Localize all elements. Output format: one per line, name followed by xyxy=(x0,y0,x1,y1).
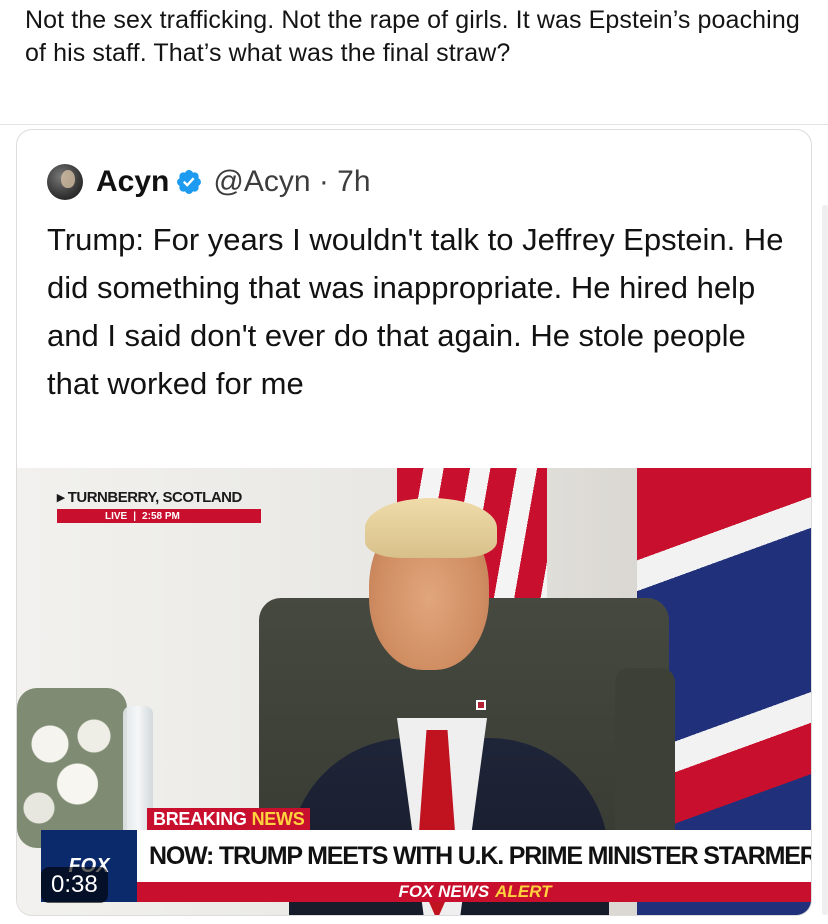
alert-bar: FOX NEWS ALERT xyxy=(137,882,811,902)
breaking-news-tag: BREAKING NEWS xyxy=(147,808,311,830)
handle-and-time[interactable]: @Acyn · 7h xyxy=(213,165,370,199)
divider xyxy=(0,124,828,125)
display-name[interactable]: Acyn xyxy=(96,165,169,199)
flower-arrangement xyxy=(17,688,127,848)
quoted-tweet-header: Acyn @Acyn · 7h xyxy=(47,162,371,202)
location-label: ▸ TURNBERRY, SCOTLAND xyxy=(57,489,243,506)
alert-prefix: FOX NEWS xyxy=(398,882,490,901)
live-time: 2:58 PM xyxy=(142,510,180,522)
flag-pin xyxy=(476,700,486,710)
live-label: LIVE xyxy=(105,510,128,522)
live-separator: | xyxy=(133,510,137,522)
breaking-word: BREAKING xyxy=(153,808,247,829)
news-word: NEWS xyxy=(251,808,305,829)
person-hair xyxy=(365,498,497,558)
video-player[interactable]: ▸ TURNBERRY, SCOTLAND LIVE | 2:58 PM BRE… xyxy=(17,468,811,915)
headline-bar: NOW: TRUMP MEETS WITH U.K. PRIME MINISTE… xyxy=(137,830,811,882)
location-badge: ▸ TURNBERRY, SCOTLAND LIVE | 2:58 PM xyxy=(57,488,261,523)
live-bar: LIVE | 2:58 PM xyxy=(57,509,261,523)
avatar[interactable] xyxy=(47,164,83,200)
scrollbar[interactable] xyxy=(822,205,828,915)
post-text: Not the sex trafficking. Not the rape of… xyxy=(25,6,800,67)
verified-badge-icon xyxy=(177,170,202,194)
location-text: TURNBERRY, SCOTLAND xyxy=(67,489,243,506)
quoted-tweet-card[interactable]: Acyn @Acyn · 7h Trump: For years I would… xyxy=(16,129,812,916)
video-duration: 0:38 xyxy=(41,867,108,903)
alert-word: ALERT xyxy=(495,882,552,901)
quoted-tweet-text: Trump: For years I wouldn't talk to Jeff… xyxy=(47,222,784,401)
